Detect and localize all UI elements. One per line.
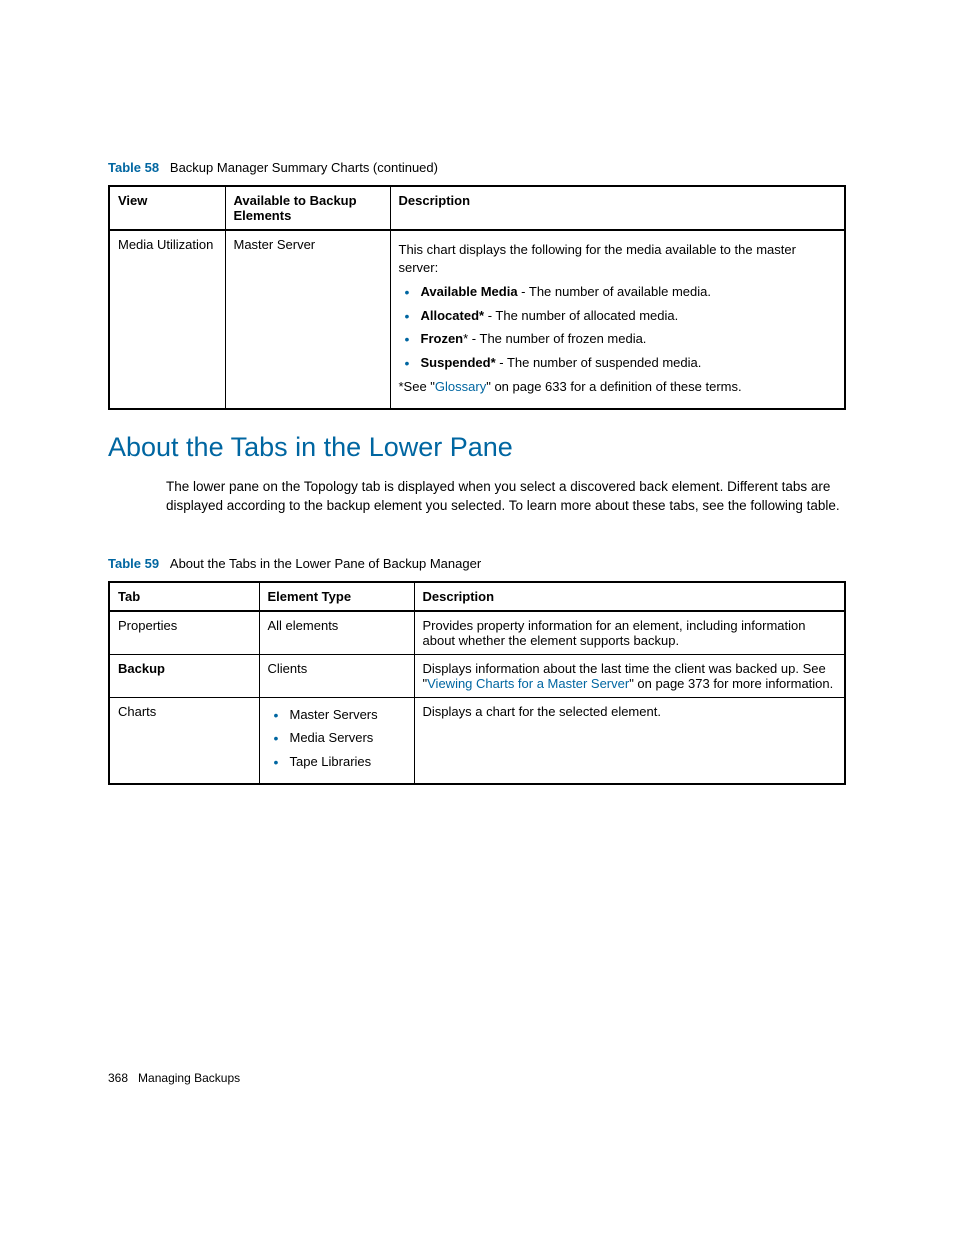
cell-view: Media Utilization: [109, 230, 225, 409]
cell-tab: Properties: [109, 611, 259, 655]
table59: Tab Element Type Description Properties …: [108, 581, 846, 785]
cell-tab: Backup: [109, 654, 259, 697]
desc-intro: This chart displays the following for th…: [399, 241, 837, 277]
page-footer: 368 Managing Backups: [108, 1071, 240, 1085]
cell-description: Provides property information for an ele…: [414, 611, 845, 655]
table59-caption: Table 59 About the Tabs in the Lower Pan…: [108, 556, 846, 571]
cell-description: Displays information about the last time…: [414, 654, 845, 697]
table-row: Properties All elements Provides propert…: [109, 611, 845, 655]
table58-label: Table 58: [108, 160, 159, 175]
cell-description: This chart displays the following for th…: [390, 230, 845, 409]
list-item: Available Media - The number of availabl…: [403, 283, 837, 301]
glossary-link[interactable]: Glossary: [435, 379, 486, 394]
list-item: Tape Libraries: [272, 753, 406, 771]
table59-header-tab: Tab: [109, 582, 259, 611]
table59-header-element-type: Element Type: [259, 582, 414, 611]
table58-caption-text: Backup Manager Summary Charts (continued…: [170, 160, 438, 175]
list-item: Allocated* - The number of allocated med…: [403, 307, 837, 325]
table58-header-description: Description: [390, 186, 845, 230]
cell-element-type: Master Servers Media Servers Tape Librar…: [259, 697, 414, 783]
table58-caption: Table 58 Backup Manager Summary Charts (…: [108, 160, 846, 175]
table58: View Available to Backup Elements Descri…: [108, 185, 846, 410]
body-paragraph: The lower pane on the Topology tab is di…: [166, 477, 846, 516]
cell-tab: Charts: [109, 697, 259, 783]
desc-footnote: *See "Glossary" on page 633 for a defini…: [399, 378, 837, 396]
table59-header-description: Description: [414, 582, 845, 611]
cell-elements: Master Server: [225, 230, 390, 409]
table-row: Media Utilization Master Server This cha…: [109, 230, 845, 409]
table59-label: Table 59: [108, 556, 159, 571]
table59-caption-text: About the Tabs in the Lower Pane of Back…: [170, 556, 481, 571]
list-item: Suspended* - The number of suspended med…: [403, 354, 837, 372]
table-row: Charts Master Servers Media Servers Tape…: [109, 697, 845, 783]
cell-element-type: Clients: [259, 654, 414, 697]
cell-description: Displays a chart for the selected elemen…: [414, 697, 845, 783]
footer-section: Managing Backups: [138, 1071, 240, 1085]
viewing-charts-link[interactable]: Viewing Charts for a Master Server: [427, 676, 629, 691]
list-item: Media Servers: [272, 729, 406, 747]
section-heading: About the Tabs in the Lower Pane: [108, 432, 846, 463]
table58-header-elements: Available to Backup Elements: [225, 186, 390, 230]
cell-element-type: All elements: [259, 611, 414, 655]
table58-header-view: View: [109, 186, 225, 230]
table-row: Backup Clients Displays information abou…: [109, 654, 845, 697]
page-number: 368: [108, 1071, 128, 1085]
list-item: Frozen* - The number of frozen media.: [403, 330, 837, 348]
desc-list: Available Media - The number of availabl…: [399, 283, 837, 371]
list-item: Master Servers: [272, 706, 406, 724]
